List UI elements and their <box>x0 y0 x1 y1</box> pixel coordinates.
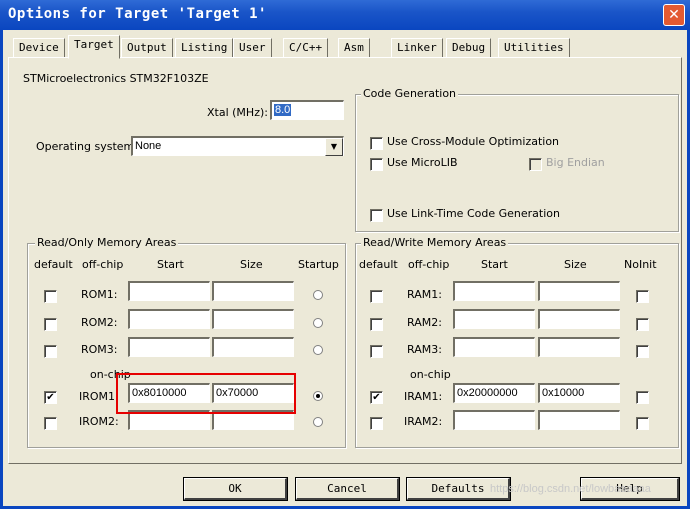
cross-module-label: Use Cross-Module Optimization <box>387 135 560 148</box>
rw-header-start: Start <box>481 258 508 271</box>
tab-c-cpp[interactable]: C/C++ <box>283 38 329 57</box>
rom3-start-input[interactable] <box>128 337 210 357</box>
rom2-startup-radio[interactable] <box>313 318 323 328</box>
rom2-label: ROM2: <box>81 316 118 329</box>
device-name: STMicroelectronics STM32F103ZE <box>23 72 209 85</box>
rw-memory-title: Read/Write Memory Areas <box>361 236 509 249</box>
iram1-default-checkbox[interactable]: ✔ <box>370 391 383 404</box>
iram2-default-checkbox[interactable] <box>370 417 383 430</box>
tab-user[interactable]: User <box>233 38 272 57</box>
ltcg-label: Use Link-Time Code Generation <box>387 207 560 220</box>
watermark: https://blog.csdn.net/lowbaaaaaa <box>490 483 651 495</box>
rw-header-size: Size <box>564 258 587 271</box>
iram2-start-input[interactable] <box>453 410 535 430</box>
rom2-start-input[interactable] <box>128 309 210 329</box>
ram3-default-checkbox[interactable] <box>370 345 383 358</box>
ram2-start-input[interactable] <box>453 309 535 329</box>
ram3-noinit-checkbox[interactable] <box>636 345 649 358</box>
ro-header-size: Size <box>240 258 263 271</box>
rom2-size-input[interactable] <box>212 309 294 329</box>
window-frame-left <box>0 30 3 509</box>
ro-header-startup: Startup <box>298 258 339 271</box>
os-select[interactable]: None <box>131 136 344 156</box>
window-title: Options for Target 'Target 1' <box>8 6 267 22</box>
xtal-label: Xtal (MHz): <box>207 106 268 119</box>
irom2-label: IROM2: <box>79 415 119 428</box>
ro-memory-title: Read/Only Memory Areas <box>35 236 179 249</box>
cross-module-checkbox[interactable] <box>370 137 383 150</box>
rw-onchip-label: on-chip <box>410 368 451 381</box>
chevron-down-icon[interactable]: ▼ <box>325 138 343 156</box>
ram2-noinit-checkbox[interactable] <box>636 318 649 331</box>
tab-debug[interactable]: Debug <box>446 38 492 57</box>
tab-listing[interactable]: Listing <box>175 38 234 57</box>
tab-utilities[interactable]: Utilities <box>498 38 570 57</box>
tab-asm[interactable]: Asm <box>338 38 370 57</box>
ram3-start-input[interactable] <box>453 337 535 357</box>
rom1-label: ROM1: <box>81 288 118 301</box>
rw-header-default: default <box>359 258 398 271</box>
ram1-noinit-checkbox[interactable] <box>636 290 649 303</box>
ro-header-start: Start <box>157 258 184 271</box>
ram3-label: RAM3: <box>407 343 442 356</box>
os-value: None <box>135 140 162 152</box>
iram1-size-input[interactable]: 0x10000 <box>538 383 620 403</box>
microlib-checkbox[interactable] <box>370 158 383 171</box>
rom1-size-input[interactable] <box>212 281 294 301</box>
ram1-start-input[interactable] <box>453 281 535 301</box>
tab-device[interactable]: Device <box>13 38 65 57</box>
xtal-input[interactable]: 8.0 <box>270 100 344 120</box>
xtal-value: 8.0 <box>274 104 292 116</box>
rw-header-noinit: NoInit <box>624 258 657 271</box>
big-endian-checkbox[interactable] <box>529 158 542 171</box>
ok-button[interactable]: OK <box>183 477 288 501</box>
ram2-default-checkbox[interactable] <box>370 318 383 331</box>
rom3-default-checkbox[interactable] <box>44 345 57 358</box>
iram1-label: IRAM1: <box>404 390 443 403</box>
ro-header-offchip: off-chip <box>82 258 124 271</box>
tab-output[interactable]: Output <box>121 38 173 57</box>
ram1-default-checkbox[interactable] <box>370 290 383 303</box>
tab-linker[interactable]: Linker <box>391 38 443 57</box>
highlight-box <box>116 373 296 414</box>
ltcg-checkbox[interactable] <box>370 209 383 222</box>
ram2-size-input[interactable] <box>538 309 620 329</box>
rom2-default-checkbox[interactable] <box>44 318 57 331</box>
close-button[interactable]: ✕ <box>663 4 685 26</box>
rom1-startup-radio[interactable] <box>313 290 323 300</box>
iram2-noinit-checkbox[interactable] <box>636 417 649 430</box>
iram1-noinit-checkbox[interactable] <box>636 391 649 404</box>
ram3-size-input[interactable] <box>538 337 620 357</box>
rom1-default-checkbox[interactable] <box>44 290 57 303</box>
rom3-startup-radio[interactable] <box>313 345 323 355</box>
cancel-button[interactable]: Cancel <box>295 477 400 501</box>
ram1-size-input[interactable] <box>538 281 620 301</box>
rom3-label: ROM3: <box>81 343 118 356</box>
irom1-label: IROM1: <box>79 390 119 403</box>
ro-header-default: default <box>34 258 73 271</box>
big-endian-label: Big Endian <box>546 156 605 169</box>
iram2-size-input[interactable] <box>538 410 620 430</box>
iram2-label: IRAM2: <box>404 415 443 428</box>
tab-target[interactable]: Target <box>68 35 120 59</box>
microlib-label: Use MicroLIB <box>387 156 458 169</box>
rom1-start-input[interactable] <box>128 281 210 301</box>
iram1-start-input[interactable]: 0x20000000 <box>453 383 535 403</box>
rw-header-offchip: off-chip <box>408 258 450 271</box>
irom1-startup-radio[interactable] <box>313 391 323 401</box>
code-generation-title: Code Generation <box>361 87 459 100</box>
irom1-default-checkbox[interactable]: ✔ <box>44 391 57 404</box>
os-label: Operating system: <box>36 140 138 153</box>
rom3-size-input[interactable] <box>212 337 294 357</box>
ram1-label: RAM1: <box>407 288 442 301</box>
irom2-default-checkbox[interactable] <box>44 417 57 430</box>
ram2-label: RAM2: <box>407 316 442 329</box>
irom2-startup-radio[interactable] <box>313 417 323 427</box>
